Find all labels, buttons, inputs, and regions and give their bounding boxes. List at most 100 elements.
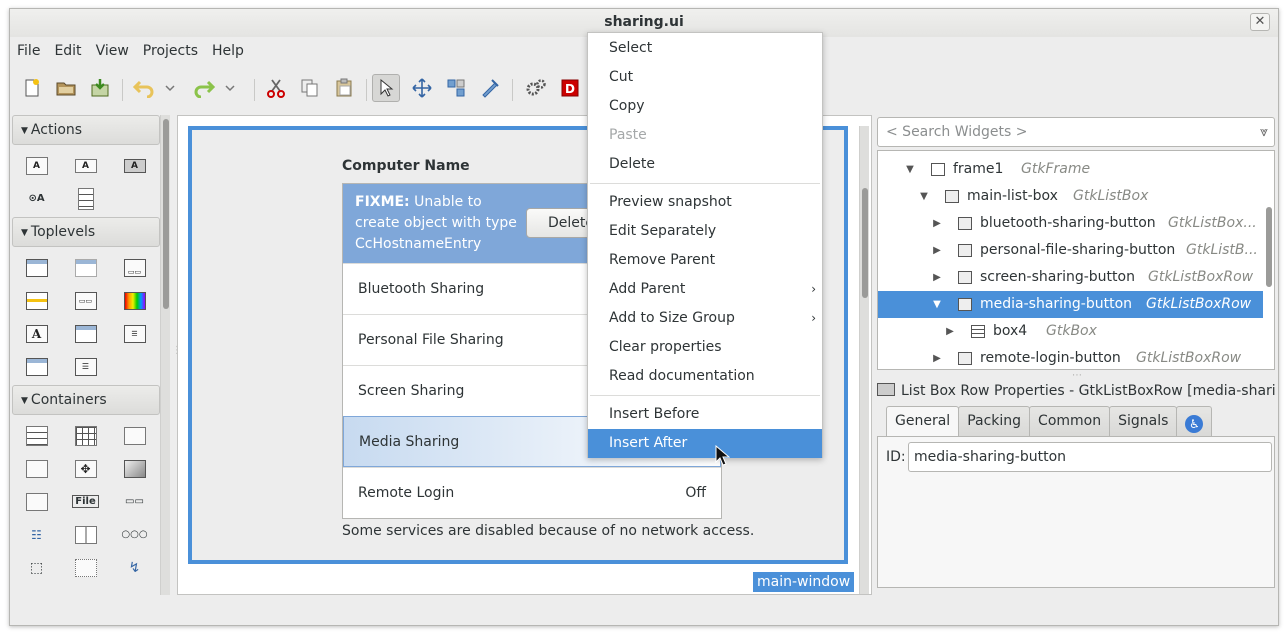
menu-item-delete[interactable]: Delete [588, 150, 822, 179]
palette-section-containers[interactable]: ▼ Containers [12, 385, 160, 415]
tree-scrollbar[interactable] [1264, 151, 1274, 369]
edit-mode-icon[interactable] [476, 74, 504, 102]
overlay-icon[interactable]: ✥ [61, 452, 110, 485]
tree-node-remote-login-button[interactable]: ▶ remote-login-button GtkListBoxRow [878, 345, 1274, 369]
recent-chooser-dialog-icon[interactable]: ☰ [110, 317, 159, 350]
drag-resize-icon[interactable] [408, 74, 436, 102]
menu-item-insert-after[interactable]: Insert After [588, 429, 822, 458]
menu-projects[interactable]: Projects [136, 39, 205, 65]
expand-icon[interactable]: ▶ [931, 210, 943, 237]
widget-inspector-tree[interactable]: ▼ frame1 GtkFrame ▼ main-list-box GtkLis… [877, 150, 1275, 370]
menu-item-add-to-size-group[interactable]: Add to Size Group › [588, 304, 822, 333]
undo-icon[interactable] [130, 74, 158, 102]
action-group-icon[interactable] [61, 182, 110, 215]
tree-node-personal-file-sharing-button[interactable]: ▶ personal-file-sharing-button GtkListB.… [878, 237, 1274, 264]
event-box-icon[interactable]: ↯ [110, 551, 159, 584]
stack-switcher-icon[interactable]: ○○○ [110, 518, 159, 551]
dialog-icon[interactable]: ▭▭ [110, 251, 159, 284]
menu-edit[interactable]: Edit [47, 39, 88, 65]
toolbar-icon[interactable] [12, 485, 61, 518]
close-button[interactable]: ✕ [1250, 13, 1270, 31]
file-chooser-dialog-icon[interactable]: ▭▭ [61, 284, 110, 317]
menu-bar-icon[interactable] [110, 452, 159, 485]
collapse-icon[interactable]: ▼ [904, 156, 916, 183]
menu-item-clear-properties[interactable]: Clear properties [588, 333, 822, 362]
tab-packing[interactable]: Packing [958, 406, 1031, 436]
id-label: ID: [886, 449, 906, 465]
tree-node-box4[interactable]: ▶ box4 GtkBox [878, 318, 1274, 345]
button-box-icon[interactable]: ▭▭ [110, 485, 159, 518]
collapse-icon[interactable]: ▼ [918, 183, 930, 210]
align-icon[interactable] [442, 74, 470, 102]
palette-section-toplevels[interactable]: ▼ Toplevels [12, 217, 160, 247]
collapse-icon[interactable]: ▼ [931, 291, 943, 318]
fixed-icon[interactable] [61, 551, 110, 584]
open-folder-icon[interactable] [52, 74, 80, 102]
notebook-icon[interactable] [110, 419, 159, 452]
menu-item-edit-separately[interactable]: Edit Separately [588, 217, 822, 246]
about-dialog-icon[interactable] [12, 284, 61, 317]
redo-icon[interactable] [190, 74, 218, 102]
design-scrollbar[interactable] [859, 126, 869, 594]
preferences-icon[interactable] [522, 74, 550, 102]
tree-node-main-list-box[interactable]: ▼ main-list-box GtkListBox [878, 183, 1274, 210]
menu-help[interactable]: Help [205, 39, 251, 65]
menu-item-copy[interactable]: Copy [588, 92, 822, 121]
box-icon[interactable] [12, 419, 61, 452]
tree-node-screen-sharing-button[interactable]: ▶ screen-sharing-button GtkListBoxRow [878, 264, 1274, 291]
toggle-action-dark-icon[interactable]: A [110, 149, 159, 182]
assistant-icon[interactable] [12, 350, 61, 383]
tab-general[interactable]: General [886, 406, 960, 437]
menu-item-insert-before[interactable]: Insert Before [588, 400, 822, 429]
pointer-icon[interactable] [372, 74, 400, 102]
font-chooser-dialog-icon[interactable]: A [12, 317, 61, 350]
cut-icon[interactable] [262, 74, 290, 102]
menu-item-remove-parent[interactable]: Remove Parent [588, 246, 822, 275]
menu-item-select[interactable]: Select [588, 34, 822, 63]
window-icon[interactable] [12, 251, 61, 284]
tree-node-frame1[interactable]: ▼ frame1 GtkFrame [878, 156, 1274, 183]
menu-view[interactable]: View [89, 39, 136, 65]
menu-item-preview-snapshot[interactable]: Preview snapshot [588, 188, 822, 217]
search-filter-icon[interactable]: ⩔ [1260, 118, 1268, 146]
palette-scrollbar[interactable] [160, 115, 170, 595]
remote-login-row[interactable]: Remote Login Off [343, 467, 721, 518]
new-file-icon[interactable] [18, 74, 46, 102]
tab-accessibility[interactable]: ♿ [1176, 406, 1213, 436]
copy-icon[interactable] [296, 74, 324, 102]
palette-section-actions[interactable]: ▼ Actions [12, 115, 160, 145]
app-chooser-dialog-icon[interactable]: ☰ [61, 350, 110, 383]
id-field[interactable]: media-sharing-button [908, 442, 1272, 472]
expand-icon[interactable]: ▶ [944, 318, 956, 345]
message-dialog-icon[interactable] [61, 317, 110, 350]
widget-search-input[interactable]: < Search Widgets > ⩔ [877, 117, 1275, 147]
tree-node-bluetooth-sharing-button[interactable]: ▶ bluetooth-sharing-button GtkListBox... [878, 210, 1274, 237]
devhelp-icon[interactable]: D [558, 74, 582, 102]
paste-icon[interactable] [330, 74, 358, 102]
paned-icon[interactable] [61, 518, 110, 551]
properties-title: List Box Row Properties - GtkListBoxRow … [877, 381, 1275, 403]
expand-icon[interactable]: ▶ [931, 345, 943, 369]
menu-file[interactable]: File [10, 39, 47, 65]
file-menu-icon[interactable]: File [61, 485, 110, 518]
action-icon[interactable]: A [12, 149, 61, 182]
grid-icon[interactable] [61, 419, 110, 452]
save-icon[interactable] [86, 74, 114, 102]
toggle-action-icon[interactable]: A [61, 149, 110, 182]
redo-history-icon[interactable] [222, 74, 238, 102]
expand-icon[interactable]: ▶ [931, 237, 943, 264]
menu-item-cut[interactable]: Cut [588, 63, 822, 92]
radio-action-icon[interactable]: ⊙A [12, 182, 61, 215]
offscreen-window-icon[interactable] [61, 251, 110, 284]
expand-icon[interactable]: ▶ [931, 264, 943, 291]
tree-node-media-sharing-button[interactable]: ▼ media-sharing-button GtkListBoxRow [878, 291, 1263, 318]
color-chooser-dialog-icon[interactable] [110, 284, 159, 317]
undo-history-icon[interactable] [162, 74, 178, 102]
menu-item-read-documentation[interactable]: Read documentation [588, 362, 822, 391]
frame-icon[interactable] [12, 452, 61, 485]
list-box-icon[interactable]: ☷ [12, 518, 61, 551]
tab-signals[interactable]: Signals [1109, 406, 1178, 436]
menu-item-add-parent[interactable]: Add Parent › [588, 275, 822, 304]
layout-icon[interactable]: ⬚ [12, 551, 61, 584]
tab-common[interactable]: Common [1029, 406, 1111, 436]
